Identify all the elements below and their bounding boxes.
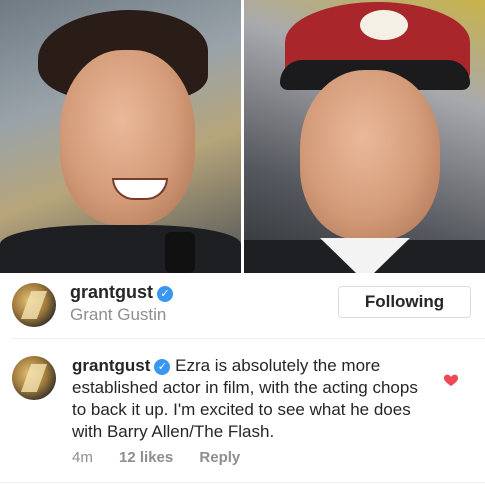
divider [12,338,485,339]
photo-right-cap-logo [360,10,408,40]
post-photo[interactable] [0,0,485,273]
comment-time: 4m [72,449,93,466]
commenter-username[interactable]: grantgust [72,356,150,375]
following-button[interactable]: Following [338,286,471,318]
author-username-text[interactable]: grantgust [70,282,153,302]
verified-badge-icon: ✓ [154,359,171,375]
verified-badge-icon: ✓ [157,286,173,302]
photo-right-face [300,70,440,240]
photo-left-shirt [0,225,241,273]
comment-body: grantgust ✓ Ezra is absolutely the more e… [72,355,432,443]
reply-button[interactable]: Reply [199,449,240,466]
bottom-divider [0,482,485,483]
comment-likes[interactable]: 12 likes [119,449,173,466]
commenter-avatar[interactable] [12,356,56,400]
photo-left-microphone [165,232,195,273]
author-username[interactable]: grantgust ✓ [70,282,173,303]
author-full-name: Grant Gustin [70,305,167,324]
heart-icon[interactable] [443,372,459,388]
author-avatar[interactable] [12,283,56,327]
comment-meta: 4m 12 likes Reply [72,449,262,466]
